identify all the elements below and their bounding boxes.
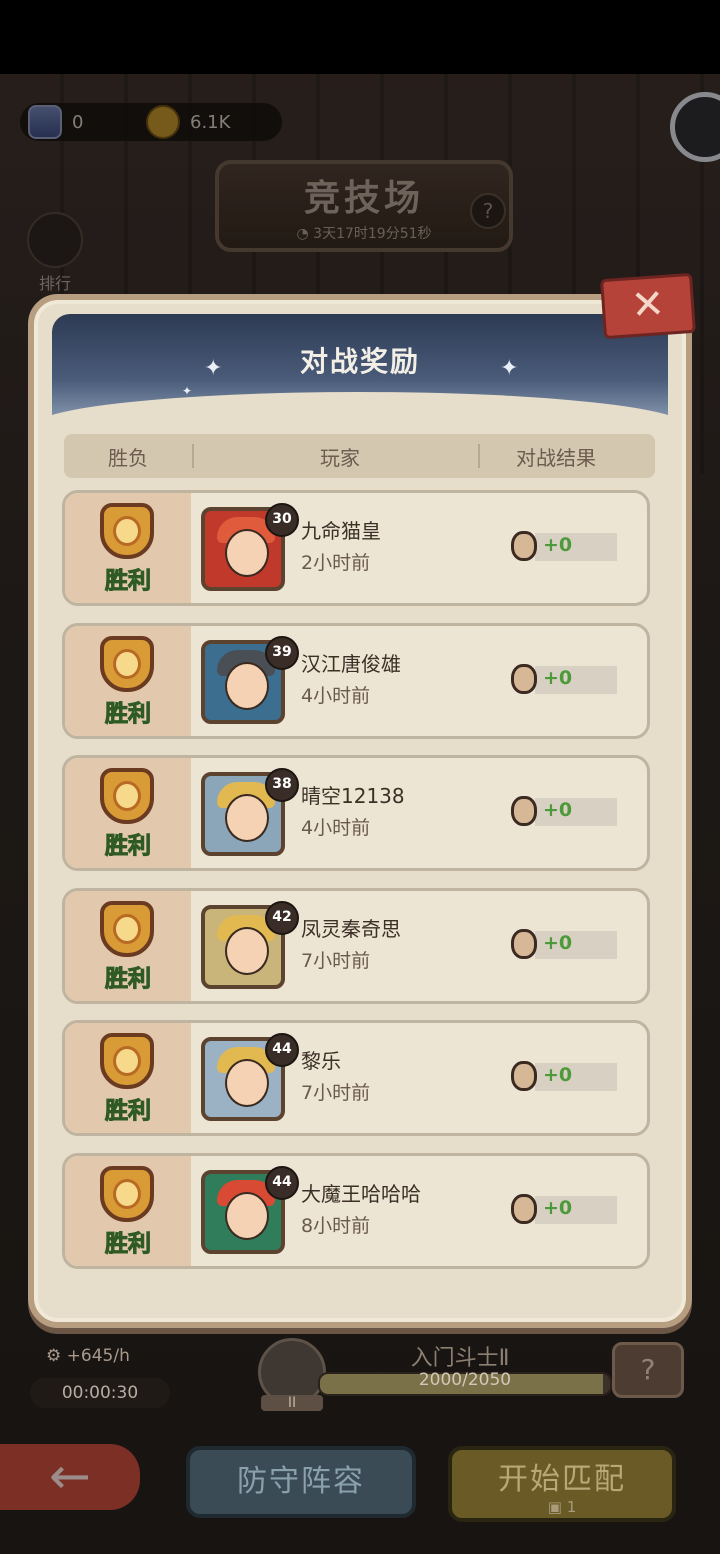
battle-row: 胜利 39 汉江唐俊雄 4小时前 +0 [62,623,650,739]
shield-emblem [113,1179,141,1209]
back-button[interactable]: ← [0,1444,140,1510]
reward-gain: +0 [543,1197,573,1219]
income-rate-text: ⚙ +645/h [46,1346,130,1366]
battle-time: 8小时前 [301,1215,371,1237]
ore-icon [511,1061,537,1091]
result-cell: 胜利 [65,626,191,736]
player-level-badge: 44 [265,1166,299,1200]
battle-row: 胜利 44 黎乐 7小时前 +0 [62,1020,650,1136]
treasure-chest-icon[interactable]: ? [612,1342,684,1398]
ore-icon [511,929,537,959]
result-cell: 胜利 [65,758,191,868]
shield-emblem [113,781,141,811]
avatar-face [225,794,269,842]
battle-row: 胜利 30 九命猫皇 2小时前 +0 [62,490,650,606]
reward-gain: +0 [543,799,573,821]
reward-gain: +0 [543,932,573,954]
player-name: 汉江唐俊雄 [301,652,401,676]
victory-shield-icon [100,1166,154,1222]
player-level-badge: 30 [265,503,299,537]
modal-title: 对战奖励 [299,345,420,378]
battle-row: 胜利 44 大魔王哈哈哈 8小时前 +0 [62,1153,650,1269]
result-cell: 胜利 [65,1023,191,1133]
avatar-face [225,927,269,975]
ore-icon [511,1194,537,1224]
column-player: 玩家 [320,446,360,470]
player-name: 黎乐 [301,1049,341,1073]
rank-name: 入门斗士Ⅱ [410,1346,510,1371]
result-label: 胜利 [105,1231,152,1258]
player-level-badge: 44 [265,1033,299,1067]
player-name: 晴空12138 [301,784,405,808]
victory-shield-icon [100,901,154,957]
shield-emblem [113,1046,141,1076]
victory-shield-icon [100,768,154,824]
result-label: 胜利 [105,966,152,993]
reward-gain: +0 [543,1064,573,1086]
victory-shield-icon [100,636,154,692]
avatar-face [225,1192,269,1240]
result-label: 胜利 [105,568,152,595]
battle-time: 7小时前 [301,950,371,972]
defense-lineup-button[interactable]: 防守阵容 [186,1446,416,1518]
result-label: 胜利 [105,1098,152,1125]
sparkle-icon: ✦ [182,384,193,398]
match-cost: ▣ 1 [547,1498,577,1516]
result-cell: 胜利 [65,493,191,603]
player-name: 九命猫皇 [301,519,381,543]
ore-icon [511,796,537,826]
start-match-label: 开始匹配 [498,1462,626,1497]
result-cell: 胜利 [65,891,191,1001]
column-divider [478,444,480,468]
table-header: 胜负 玩家 对战结果 [64,434,655,478]
close-button[interactable]: ✕ [600,272,696,340]
collect-timer[interactable]: 00:00:30 [30,1378,170,1408]
reward-gain: +0 [543,534,573,556]
rank-badge-label: II [261,1395,323,1411]
avatar-face [225,662,269,710]
battle-time: 2小时前 [301,552,371,574]
player-name: 大魔王哈哈哈 [301,1182,421,1206]
player-level-badge: 39 [265,636,299,670]
player-level-badge: 38 [265,768,299,802]
rank-progress-text: 2000/2050 [418,1370,512,1390]
victory-shield-icon [100,503,154,559]
battle-row: 胜利 42 凤灵秦奇思 7小时前 +0 [62,888,650,1004]
column-divider [192,444,194,468]
avatar-face [225,529,269,577]
result-label: 胜利 [105,833,152,860]
start-match-button[interactable]: 开始匹配 ▣ 1 [448,1446,676,1522]
victory-shield-icon [100,1033,154,1089]
shield-emblem [113,914,141,944]
result-cell: 胜利 [65,1156,191,1266]
battle-time: 4小时前 [301,685,371,707]
shield-emblem [113,516,141,546]
column-outcome: 对战结果 [516,446,596,470]
player-level-badge: 42 [265,901,299,935]
shield-emblem [113,649,141,679]
reward-gain: +0 [543,667,573,689]
avatar-face [225,1059,269,1107]
column-result: 胜负 [108,446,148,470]
battle-time: 4小时前 [301,817,371,839]
player-name: 凤灵秦奇思 [301,917,401,941]
ore-icon [511,664,537,694]
battle-row: 胜利 38 晴空12138 4小时前 +0 [62,755,650,871]
ore-icon [511,531,537,561]
battle-time: 7小时前 [301,1082,371,1104]
result-label: 胜利 [105,701,152,728]
